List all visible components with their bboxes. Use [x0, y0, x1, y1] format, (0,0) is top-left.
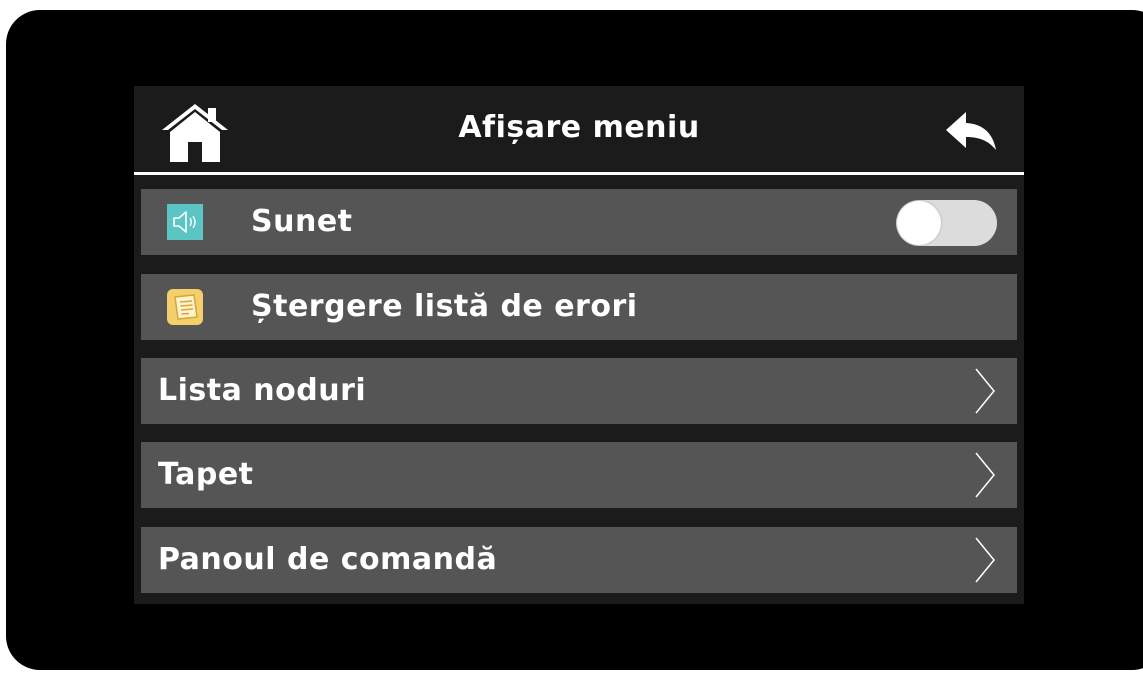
toggle-knob — [897, 201, 941, 245]
chevron-right-icon — [975, 368, 995, 414]
speaker-icon — [167, 204, 203, 240]
sound-label: Sunet — [251, 204, 353, 239]
wallpaper-label: Tapet — [158, 457, 254, 492]
node-list-row[interactable]: Lista noduri — [141, 358, 1017, 424]
sound-row[interactable]: Sunet — [141, 189, 1017, 255]
chevron-right-icon — [975, 537, 995, 583]
clear-error-list-label: Ștergere listă de erori — [251, 289, 638, 324]
control-panel-row[interactable]: Panoul de comandă — [141, 527, 1017, 593]
wallpaper-row[interactable]: Tapet — [141, 442, 1017, 508]
chevron-right-icon — [975, 452, 995, 498]
home-button[interactable] — [160, 102, 230, 164]
header-divider — [134, 172, 1024, 175]
header-bar: Afișare meniu — [134, 86, 1024, 172]
notepad-icon — [167, 289, 203, 325]
back-button[interactable] — [940, 106, 1000, 156]
page-title: Afișare meniu — [458, 110, 700, 145]
control-panel-label: Panoul de comandă — [158, 542, 498, 577]
back-arrow-icon — [946, 112, 996, 150]
home-icon — [162, 104, 228, 162]
clear-error-list-row[interactable]: Ștergere listă de erori — [141, 274, 1017, 340]
node-list-label: Lista noduri — [158, 373, 367, 408]
screen: Afișare meniu Sunet Ștergere listă de er… — [134, 86, 1024, 604]
sound-toggle[interactable] — [896, 200, 997, 246]
